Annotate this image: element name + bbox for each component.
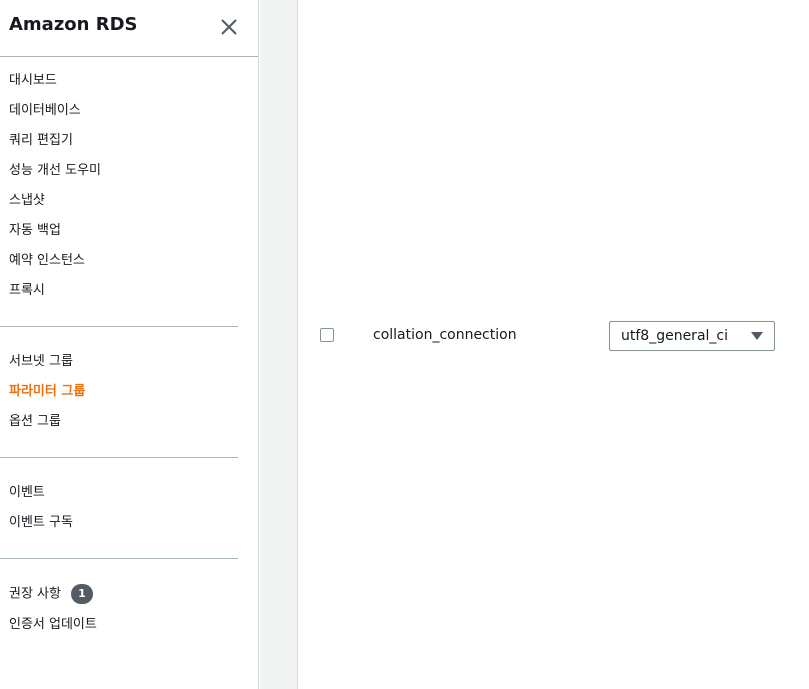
caret-down-icon [751, 332, 763, 340]
sidebar-item-dashboard[interactable]: 대시보드 [9, 72, 57, 90]
close-icon[interactable] [218, 16, 240, 38]
sidebar-item-event-subscriptions[interactable]: 이벤트 구독 [9, 514, 73, 532]
sidebar-divider [0, 558, 238, 559]
sidebar-item-reserved-instances[interactable]: 예약 인스턴스 [9, 252, 85, 270]
sidebar: Amazon RDS 대시보드 데이터베이스 쿼리 편집기 성능 개선 도우미 … [0, 0, 259, 689]
parameter-name: collation_connection [373, 327, 517, 343]
content-gutter [260, 0, 298, 689]
sidebar-item-databases[interactable]: 데이터베이스 [9, 102, 81, 120]
sidebar-item-certificate-update[interactable]: 인증서 업데이트 [9, 616, 97, 634]
count-badge: 1 [70, 584, 93, 604]
sidebar-item-parameter-groups[interactable]: 파라미터 그룹 [9, 383, 85, 401]
sidebar-item-performance-insights[interactable]: 성능 개선 도우미 [9, 162, 101, 180]
sidebar-divider [0, 457, 238, 458]
sidebar-divider [0, 326, 238, 327]
sidebar-item-automated-backups[interactable]: 자동 백업 [9, 222, 61, 240]
sidebar-item-recommendations[interactable]: 권장 사항 1 [9, 584, 93, 604]
app-title: Amazon RDS [9, 14, 138, 35]
sidebar-item-events[interactable]: 이벤트 [9, 484, 45, 502]
select-value: utf8_general_ci [621, 328, 728, 344]
parameter-value-select[interactable]: utf8_general_ci [609, 321, 775, 351]
sidebar-item-proxies[interactable]: 프록시 [9, 282, 45, 300]
row-checkbox[interactable] [320, 328, 334, 342]
sidebar-item-snapshots[interactable]: 스냅샷 [9, 192, 45, 210]
sidebar-item-label: 권장 사항 [9, 586, 61, 602]
sidebar-item-subnet-groups[interactable]: 서브넷 그룹 [9, 353, 73, 371]
sidebar-item-query-editor[interactable]: 쿼리 편집기 [9, 132, 73, 150]
sidebar-item-option-groups[interactable]: 옵션 그룹 [9, 413, 61, 431]
sidebar-header: Amazon RDS [0, 0, 258, 57]
